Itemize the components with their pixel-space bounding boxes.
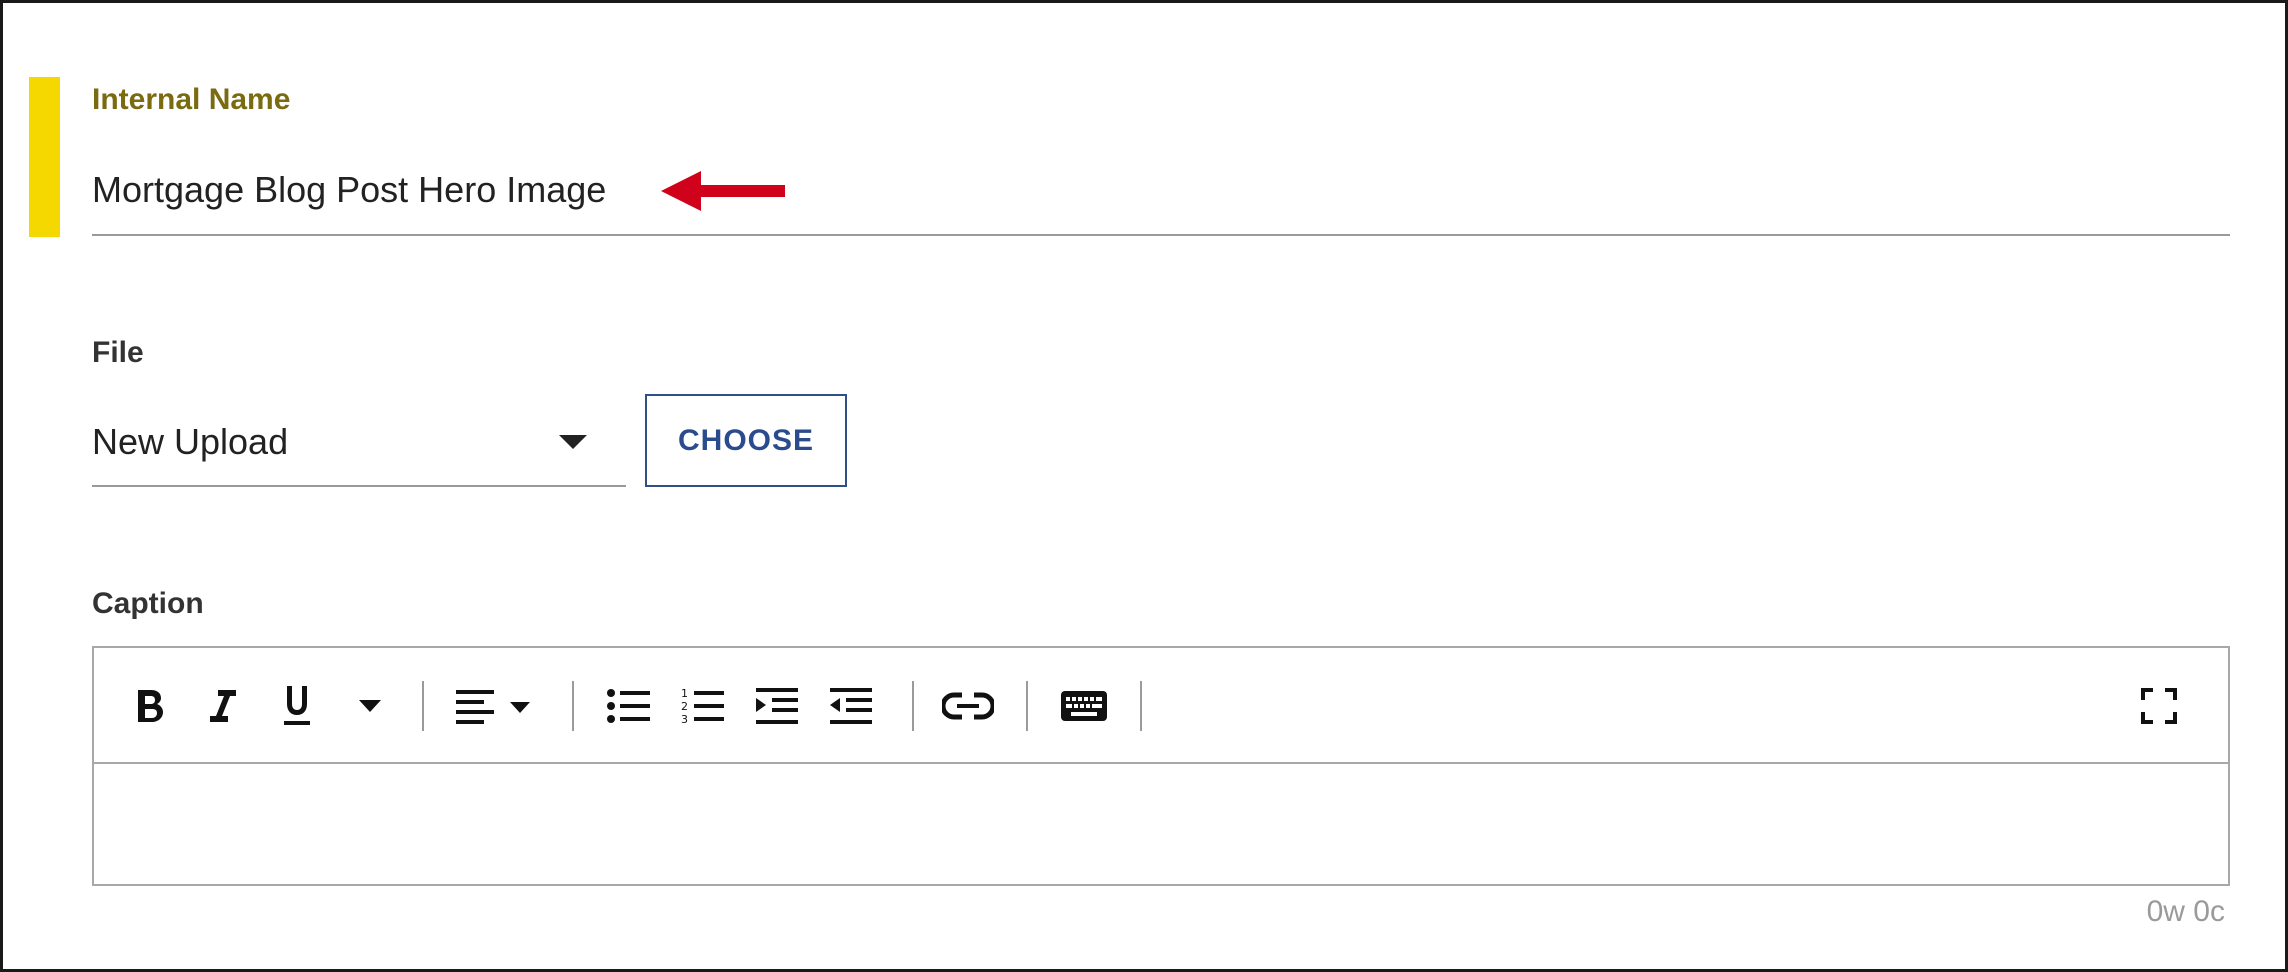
caption-label: Caption (92, 587, 204, 620)
svg-text:1: 1 (681, 687, 688, 700)
red-annotation-arrow-icon (661, 171, 785, 211)
caret-down-icon[interactable] (350, 681, 390, 731)
svg-text:2: 2 (681, 700, 688, 713)
italic-icon[interactable] (198, 681, 248, 731)
toolbar-separator (422, 681, 424, 731)
file-source-select[interactable]: New Upload (92, 413, 626, 487)
file-label: File (92, 336, 144, 369)
form-panel: Internal Name Mortgage Blog Post Hero Im… (0, 0, 2288, 972)
caption-rich-text-editor: 123 (92, 646, 2230, 886)
internal-name-underline (92, 234, 2230, 236)
internal-name-input[interactable]: Mortgage Blog Post Hero Image (92, 169, 606, 211)
toolbar-separator (1140, 681, 1142, 731)
internal-name-label: Internal Name (92, 83, 291, 116)
link-icon[interactable] (940, 681, 996, 731)
fullscreen-icon[interactable] (2134, 681, 2184, 731)
bulleted-list-icon[interactable] (604, 681, 654, 731)
align-left-icon[interactable] (454, 681, 534, 731)
underline-icon[interactable] (272, 681, 322, 731)
chevron-down-icon (559, 435, 587, 449)
outdent-icon[interactable] (826, 681, 876, 731)
active-field-indicator (29, 77, 60, 237)
indent-icon[interactable] (752, 681, 802, 731)
file-source-selected-value: New Upload (92, 421, 289, 462)
choose-button[interactable]: CHOOSE (645, 394, 847, 487)
word-char-counter: 0w 0c (2146, 895, 2225, 928)
editor-toolbar: 123 (94, 648, 2228, 764)
toolbar-separator (1026, 681, 1028, 731)
keyboard-icon[interactable] (1056, 681, 1112, 731)
bold-icon[interactable] (124, 681, 174, 731)
numbered-list-icon[interactable]: 123 (678, 681, 728, 731)
caption-text-area[interactable] (94, 764, 2228, 884)
svg-text:3: 3 (681, 713, 688, 726)
toolbar-separator (912, 681, 914, 731)
toolbar-separator (572, 681, 574, 731)
